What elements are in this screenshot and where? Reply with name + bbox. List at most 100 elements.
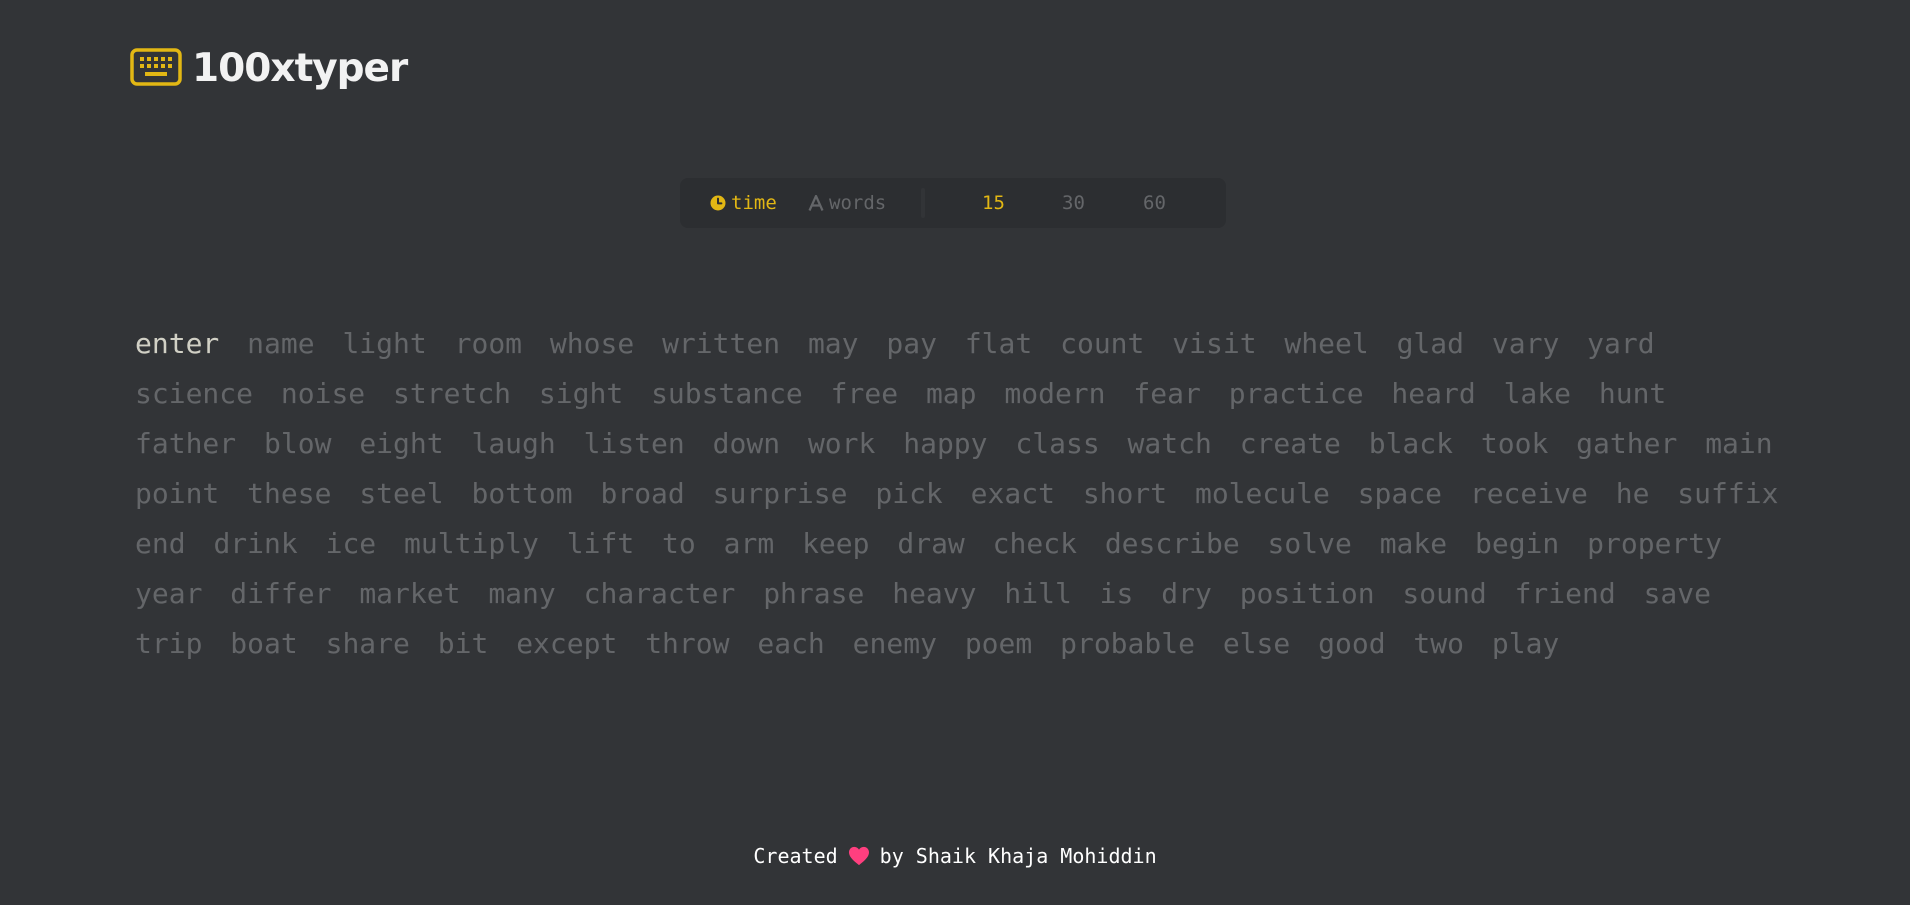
word: two	[1413, 627, 1464, 660]
word: took	[1480, 427, 1549, 460]
test-config-bar: time words 15 30 60	[680, 178, 1226, 228]
word: work	[807, 427, 876, 460]
footer-author-text[interactable]: by Shaik Khaja Mohiddin	[880, 844, 1157, 868]
typing-test-words[interactable]: enter name light room whose written may …	[135, 319, 1795, 669]
word: except	[516, 627, 618, 660]
word: hunt	[1598, 377, 1667, 410]
word: eight	[359, 427, 444, 460]
word: throw	[645, 627, 730, 660]
word: dry	[1161, 577, 1212, 610]
word: boat	[230, 627, 298, 660]
word: space	[1357, 477, 1442, 510]
word: keep	[802, 527, 870, 560]
word: down	[712, 427, 781, 460]
word: fear	[1133, 377, 1201, 410]
word: laugh	[471, 427, 556, 460]
word: share	[325, 627, 410, 660]
word: short	[1082, 477, 1168, 510]
word: sound	[1402, 577, 1487, 610]
footer-created-text: Created	[753, 844, 838, 868]
word: yard	[1587, 327, 1655, 360]
word: enter	[135, 327, 220, 360]
word: gather	[1576, 427, 1678, 460]
word: bit	[437, 627, 489, 660]
word: class	[1015, 427, 1100, 460]
word: character	[583, 577, 736, 610]
word: substance	[651, 377, 803, 410]
word: black	[1368, 427, 1454, 460]
word: visit	[1172, 327, 1257, 360]
word: to	[662, 527, 696, 560]
word: multiply	[404, 527, 539, 560]
duration-30-button[interactable]: 30	[1062, 178, 1085, 228]
word: pick	[875, 477, 943, 510]
word: he	[1615, 477, 1650, 510]
word: flat	[964, 327, 1033, 360]
word: modern	[1004, 377, 1106, 410]
word: happy	[903, 427, 988, 460]
word: heavy	[892, 577, 977, 610]
word: science	[135, 377, 254, 410]
word: these	[247, 477, 332, 510]
word: lift	[566, 527, 635, 560]
word: solve	[1267, 527, 1352, 560]
word: end	[135, 527, 186, 560]
word: is	[1099, 577, 1134, 610]
word: room	[454, 327, 523, 360]
word: hill	[1004, 577, 1072, 610]
word: exact	[970, 477, 1055, 510]
word: many	[488, 577, 556, 610]
word: sight	[538, 377, 624, 410]
word: vary	[1491, 327, 1560, 360]
word: arm	[723, 527, 775, 560]
word: free	[830, 377, 899, 410]
word: each	[757, 627, 825, 660]
word: begin	[1474, 527, 1560, 560]
word: friend	[1514, 577, 1616, 610]
word: good	[1318, 627, 1386, 660]
word: name	[247, 327, 315, 360]
duration-15-button[interactable]: 15	[982, 178, 1005, 228]
word: else	[1222, 627, 1291, 660]
word: heard	[1391, 377, 1476, 410]
word: trip	[135, 627, 203, 660]
word: phrase	[763, 577, 865, 610]
word: check	[992, 527, 1077, 560]
word: probable	[1060, 627, 1195, 660]
word: ice	[325, 527, 377, 560]
word: listen	[583, 427, 685, 460]
word: wheel	[1284, 327, 1369, 360]
word: pay	[886, 327, 937, 360]
word: stretch	[393, 377, 512, 410]
mode-words-label: words	[829, 192, 887, 214]
word: draw	[897, 527, 965, 560]
clock-icon	[710, 195, 726, 211]
duration-60-button[interactable]: 60	[1143, 178, 1166, 228]
word: drink	[213, 527, 298, 560]
word: point	[135, 477, 220, 510]
word: count	[1060, 327, 1145, 360]
word: surprise	[712, 477, 848, 510]
word: create	[1239, 427, 1341, 460]
word: make	[1379, 527, 1448, 560]
word: watch	[1127, 427, 1212, 460]
header: 100xtyper	[130, 44, 408, 92]
word: may	[807, 327, 859, 360]
word: map	[925, 377, 977, 410]
word: bottom	[471, 477, 573, 510]
word: suffix	[1677, 477, 1779, 510]
word: position	[1239, 577, 1375, 610]
word: enemy	[852, 627, 937, 660]
word: describe	[1104, 527, 1240, 560]
word: whose	[549, 327, 635, 360]
mode-time-button[interactable]: time	[710, 178, 777, 228]
word: written	[662, 327, 781, 360]
mode-words-button[interactable]: words	[808, 178, 886, 228]
word: poem	[964, 627, 1033, 660]
letter-a-icon	[808, 195, 824, 211]
config-divider	[921, 188, 925, 218]
word: father	[135, 427, 237, 460]
app-title[interactable]: 100xtyper	[192, 46, 408, 91]
word: light	[342, 327, 427, 360]
word: noise	[280, 377, 366, 410]
